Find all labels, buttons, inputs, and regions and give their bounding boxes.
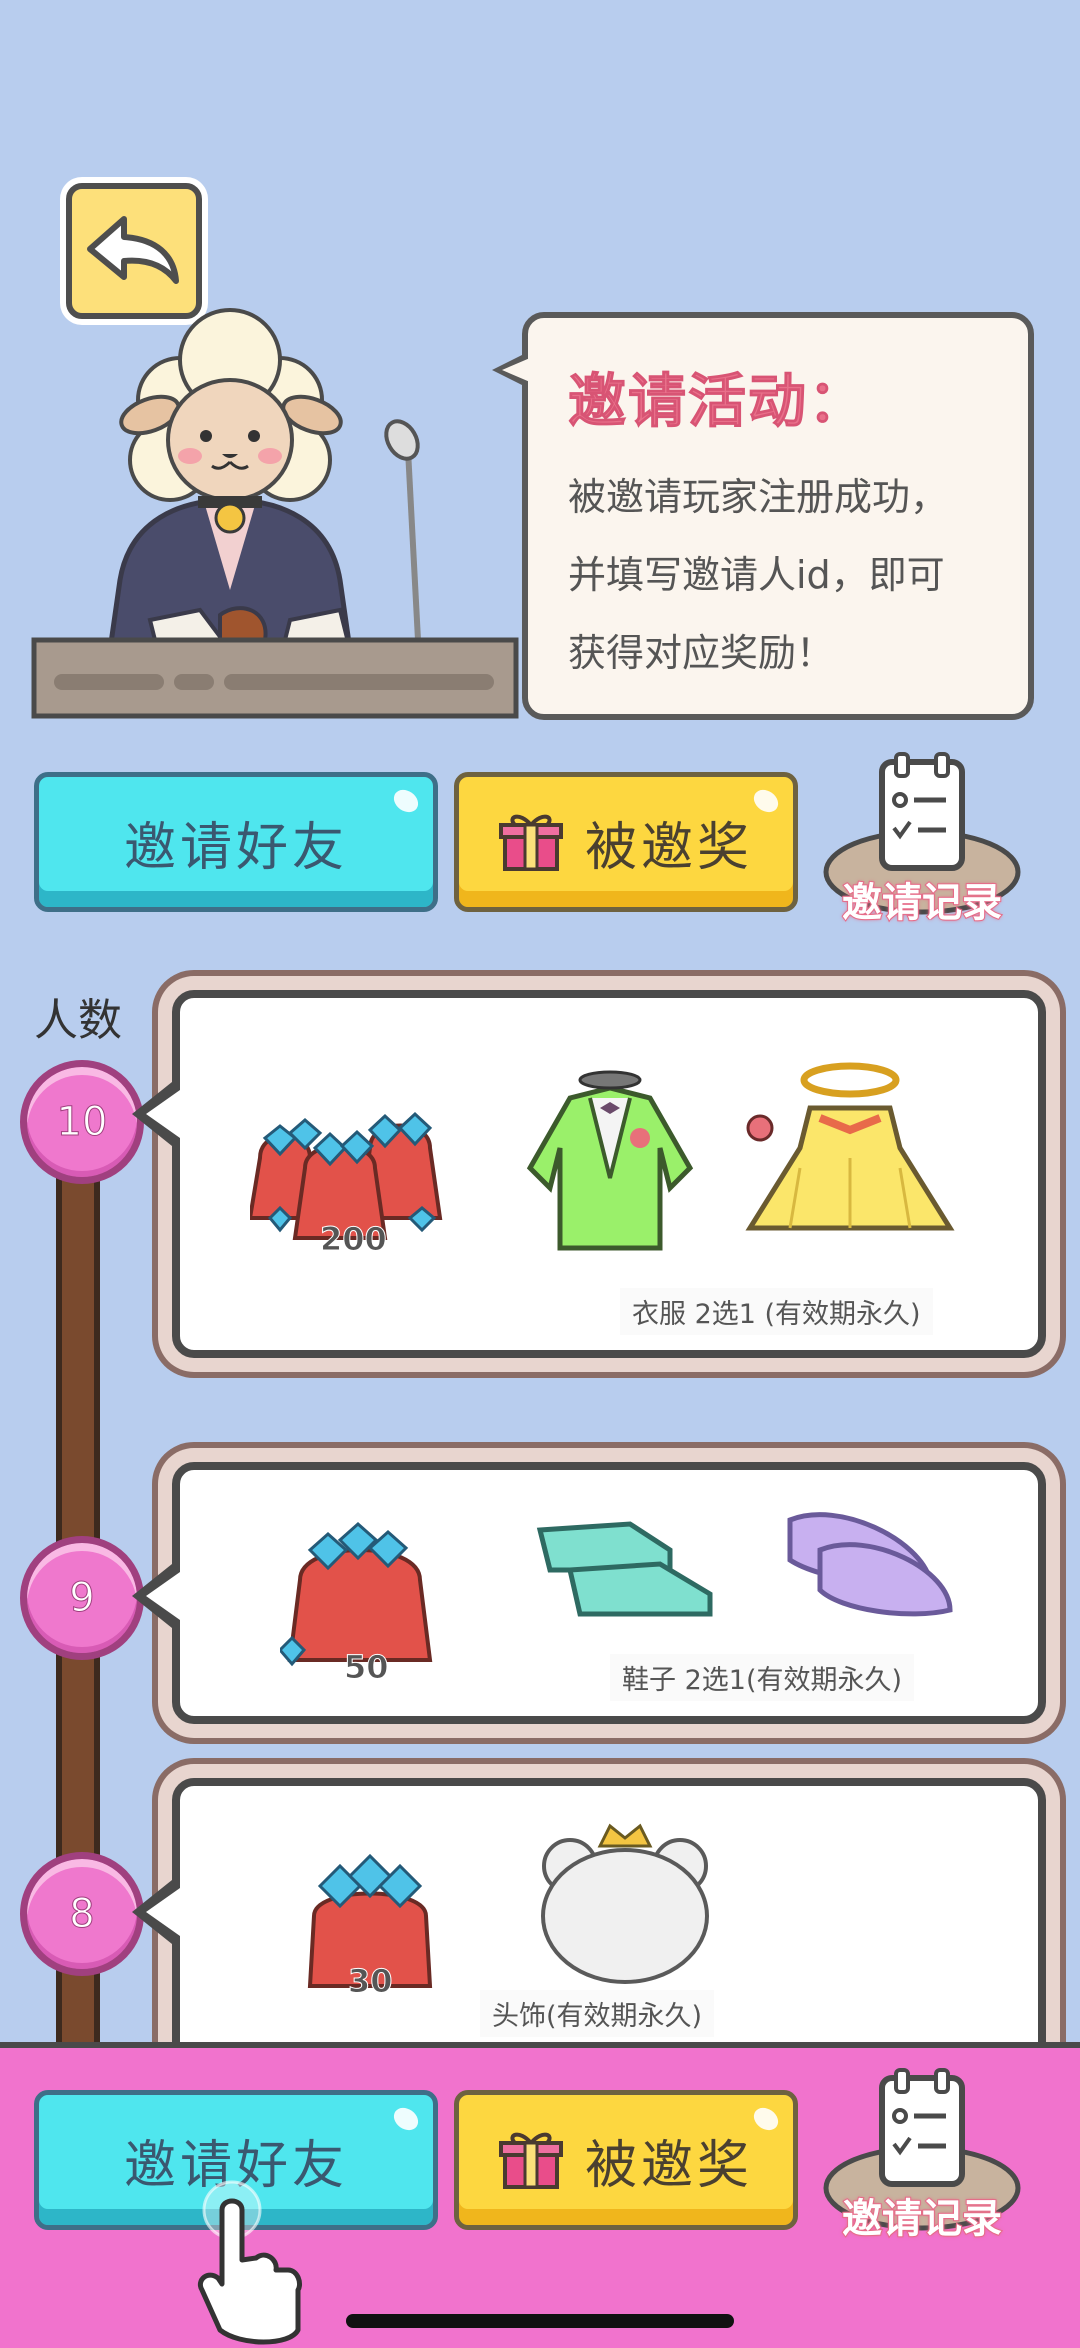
teal-shoes-icon <box>536 1521 713 1617</box>
invite-friends-button[interactable]: 邀请好友 <box>34 772 438 912</box>
invited-reward-button-bottom[interactable]: 被邀奖 <box>454 2090 798 2230</box>
invited-reward-label-bottom: 被邀奖 <box>584 2135 753 2196</box>
tier-8-reward-card: 30 头饰(有效期永久) <box>132 1778 1046 2078</box>
tutorial-pointing-hand-icon <box>198 2180 303 2345</box>
invite-record-button-bottom[interactable]: 邀请记录 <box>822 2068 1022 2248</box>
invite-record-button[interactable]: 邀请记录 <box>822 752 1022 932</box>
back-arrow-icon <box>87 216 179 284</box>
tier-10-diamond-amount: 200 <box>320 1220 388 1259</box>
tier-9-reward-card: 50 鞋子 2选1(有效期永久) <box>132 1462 1046 1724</box>
green-suit-icon <box>526 1070 694 1251</box>
activity-info-bubble: 邀请活动： 被邀请玩家注册成功， 并填写邀请人id，即可 获得对应奖励！ <box>492 312 1034 720</box>
sheep-host-illustration <box>31 308 519 719</box>
invite-friends-label: 邀请好友 <box>123 817 348 878</box>
tier-8-badge: 8 <box>20 1852 144 1976</box>
activity-title: 邀请活动： <box>568 367 869 436</box>
tiara-headwear-icon <box>541 1823 709 1984</box>
tier-9-caption: 鞋子 2选1(有效期永久) <box>610 1654 915 1701</box>
activity-line-3: 获得对应奖励！ <box>568 631 835 675</box>
tier-8-diamond-amount: 30 <box>348 1962 394 2001</box>
people-count-label: 人数 <box>34 995 122 1046</box>
activity-line-1: 被邀请玩家注册成功， <box>568 475 949 519</box>
yellow-dress-icon <box>745 1062 955 1231</box>
gift-icon <box>498 814 563 871</box>
tier-10-reward-card: 200 衣服 2选1 (有效期永久) <box>132 990 1046 1358</box>
purple-shoes-icon <box>787 1512 953 1617</box>
home-indicator <box>346 2314 734 2328</box>
tier-9-diamond-amount: 50 <box>344 1648 390 1687</box>
invited-reward-button[interactable]: 被邀奖 <box>454 772 798 912</box>
invite-record-label-bottom: 邀请记录 <box>841 2195 1003 2243</box>
activity-line-2: 并填写邀请人id，即可 <box>568 553 945 597</box>
diamond-bag-icon <box>280 1521 433 1667</box>
invite-record-label: 邀请记录 <box>841 879 1003 927</box>
gift-icon <box>498 2132 563 2189</box>
tier-10-caption: 衣服 2选1 (有效期永久) <box>620 1288 933 1335</box>
tier-8-caption: 头饰(有效期永久) <box>480 1990 715 2037</box>
invited-reward-label: 被邀奖 <box>584 817 753 878</box>
tier-9-badge: 9 <box>20 1536 144 1660</box>
tier-10-badge: 10 <box>20 1060 144 1184</box>
